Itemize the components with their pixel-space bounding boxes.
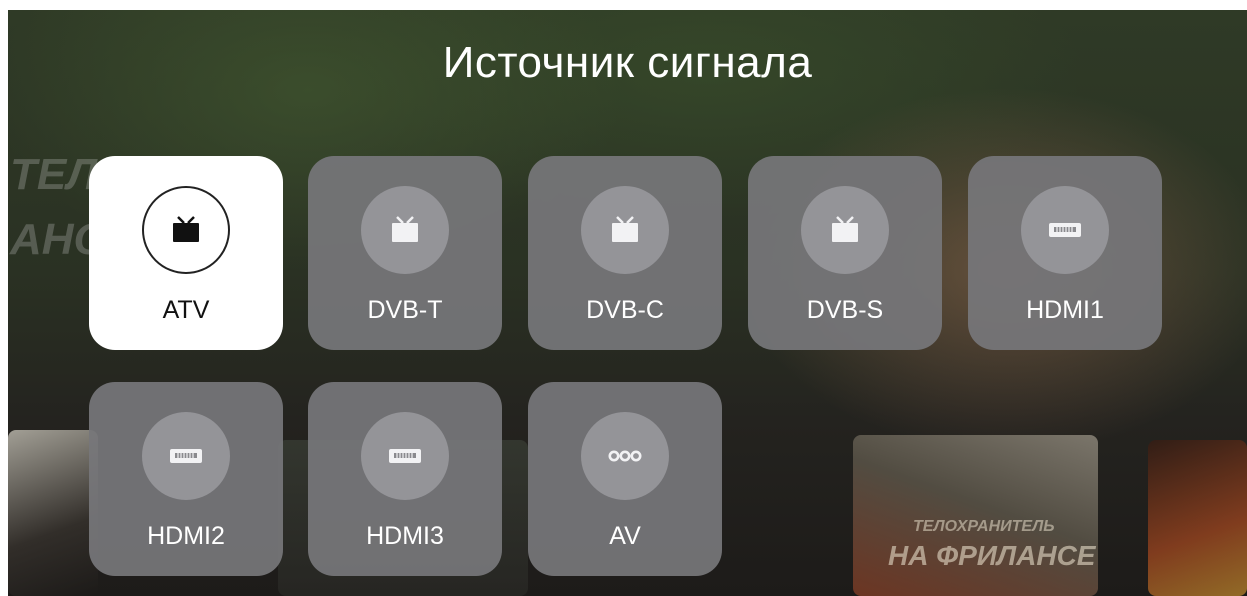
source-tile-hdmi3[interactable]: HDMI3 [308, 382, 502, 576]
hdmi-icon [1047, 220, 1083, 240]
hdmi-icon [168, 446, 204, 466]
background-poster-far-right [1148, 440, 1247, 596]
source-tile-hdmi1[interactable]: HDMI1 [968, 156, 1162, 350]
source-tile-av[interactable]: AV [528, 382, 722, 576]
source-tile-dvb-s[interactable]: DVB-S [748, 156, 942, 350]
source-label: HDMI3 [366, 522, 444, 550]
icon-circle [581, 412, 669, 500]
source-label: ATV [162, 296, 210, 324]
source-tile-dvb-t[interactable]: DVB-T [308, 156, 502, 350]
av-icon [607, 449, 643, 463]
tv-icon [387, 215, 423, 245]
source-tile-hdmi2[interactable]: HDMI2 [89, 382, 283, 576]
background-poster-left [8, 430, 98, 596]
hdmi-icon [387, 446, 423, 466]
tv-icon [827, 215, 863, 245]
tv-icon [168, 215, 204, 245]
icon-circle [581, 186, 669, 274]
source-label: DVB-S [806, 296, 884, 324]
icon-circle [142, 186, 230, 274]
icon-circle [1021, 186, 1109, 274]
source-tile-dvb-c[interactable]: DVB-C [528, 156, 722, 350]
source-label: AV [609, 522, 641, 550]
source-label: HDMI2 [147, 522, 225, 550]
icon-circle [142, 412, 230, 500]
icon-circle [361, 186, 449, 274]
background-poster-text-right-2: НА ФРИЛАНСЕ [888, 540, 1096, 571]
source-label: HDMI1 [1026, 296, 1104, 324]
tv-icon [607, 215, 643, 245]
source-label: DVB-T [367, 296, 443, 324]
page-title: Источник сигнала [442, 38, 813, 87]
source-tile-atv[interactable]: ATV [89, 156, 283, 350]
tv-screen: ТЕЛЬ АНС ТЕЛОХРАНИТЕЛЬ НА ФРИЛАНСЕ Источ… [8, 10, 1247, 596]
background-poster-text-right-1: ТЕЛОХРАНИТЕЛЬ [913, 518, 1055, 535]
source-label: DVB-C [586, 296, 664, 324]
icon-circle [361, 412, 449, 500]
icon-circle [801, 186, 889, 274]
